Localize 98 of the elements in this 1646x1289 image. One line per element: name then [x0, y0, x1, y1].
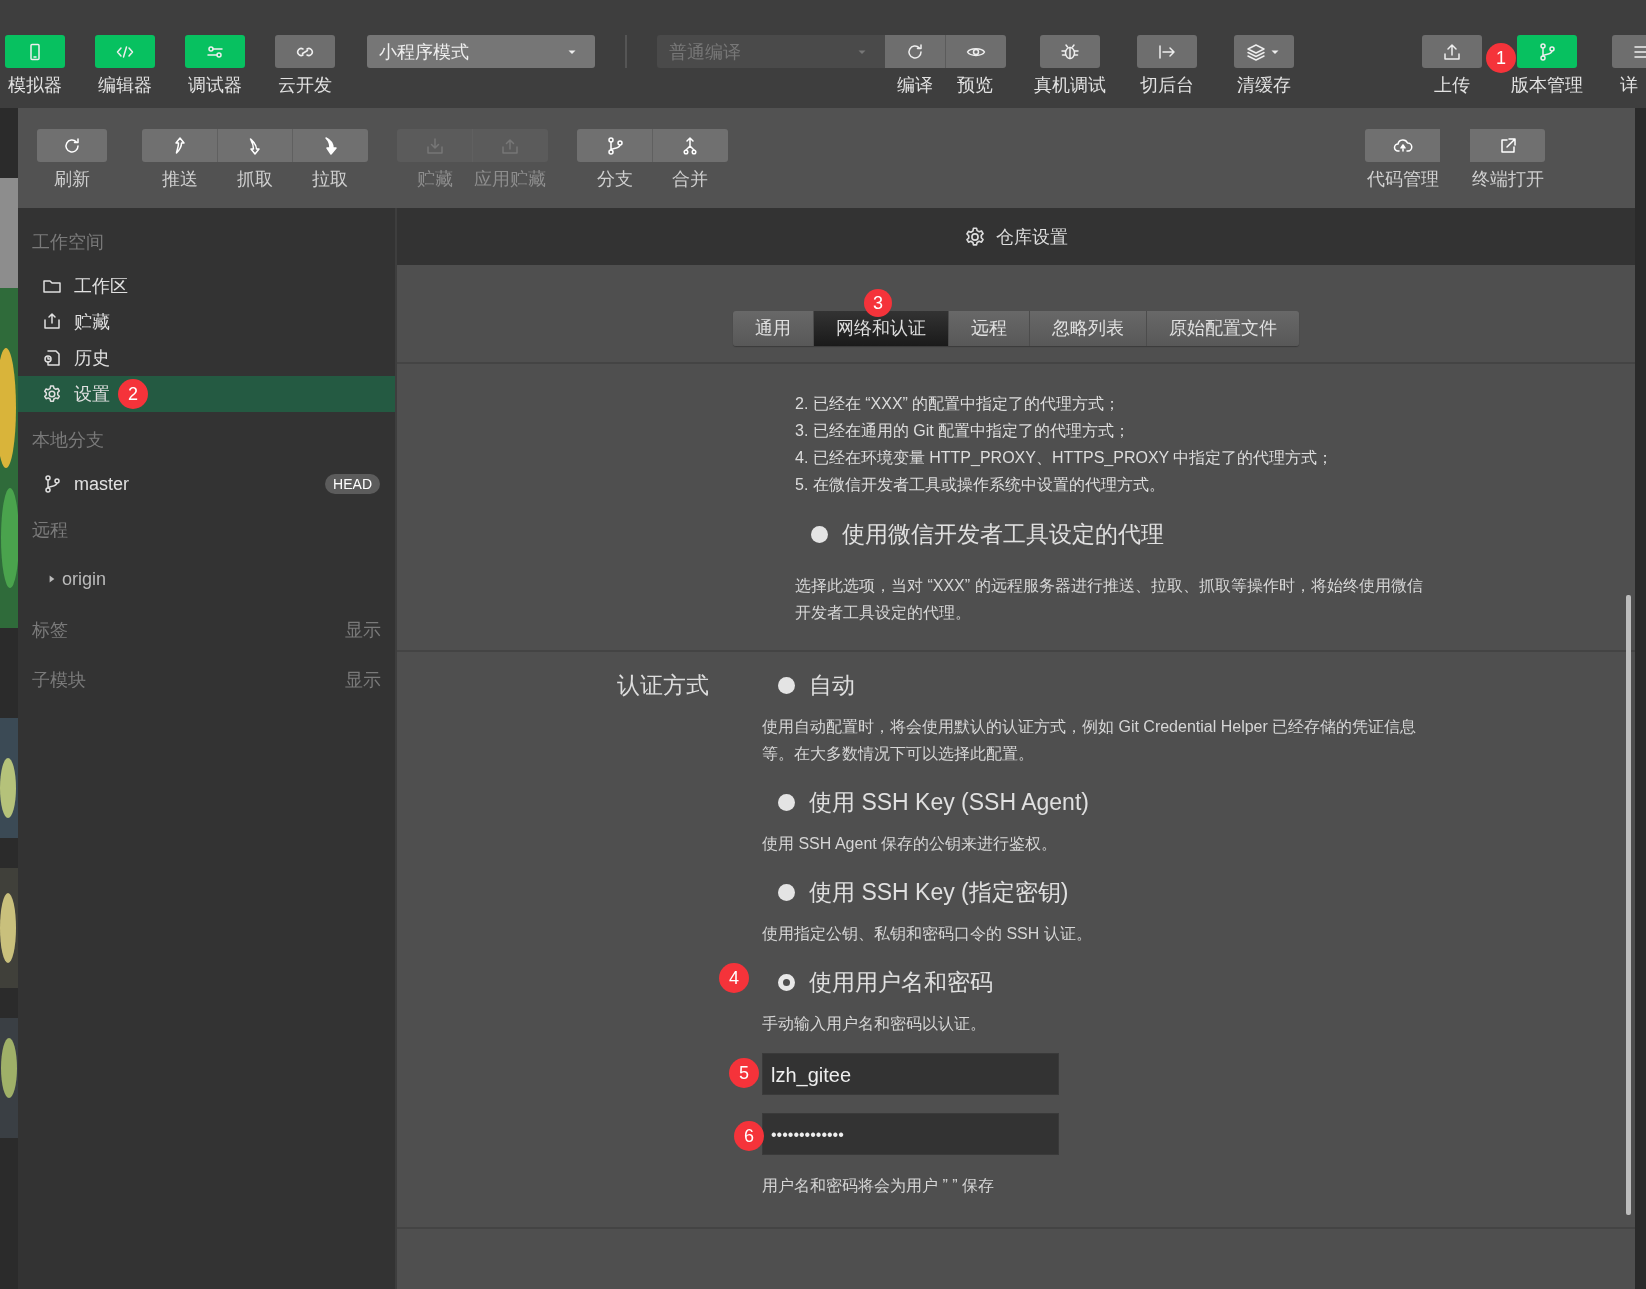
- tab[interactable]: 远程: [949, 311, 1029, 346]
- section-heading: 远程: [32, 519, 68, 542]
- sidebar-item[interactable]: 工作区: [18, 268, 395, 304]
- option-description: 选择此选项，当对 “XXX” 的远程服务器进行推送、拉取、抓取等操作时，将始终使用微信开发者工具设定的代理。: [795, 576, 1424, 623]
- toolbar-button[interactable]: [216, 129, 293, 162]
- option-label[interactable]: 使用 SSH Key (SSH Agent): [809, 786, 1089, 818]
- button-label: 调试器: [188, 74, 242, 97]
- radio-button[interactable]: [778, 676, 795, 694]
- sidebar-item[interactable]: 历史: [18, 340, 395, 376]
- refresh-icon: [62, 135, 82, 156]
- option-label[interactable]: 使用用户名和密码: [809, 966, 993, 998]
- button-label: 合并: [671, 168, 708, 191]
- upload-icon: [1442, 41, 1462, 62]
- option-label[interactable]: 自动: [809, 669, 855, 701]
- mode-dropdown[interactable]: 小程序模式: [367, 35, 595, 68]
- radio-button[interactable]: [778, 883, 795, 901]
- list-item: 3. 已经在通用的 Git 配置中指定了的代理方式；: [795, 421, 1132, 441]
- history-icon: [42, 348, 62, 368]
- sidebar-item[interactable]: 贮藏: [18, 304, 395, 340]
- button-label: 模拟器: [8, 74, 62, 97]
- tab[interactable]: 通用: [733, 311, 813, 346]
- toolbar-button[interactable]: [1422, 35, 1482, 68]
- list-item: 4. 已经在环境变量 HTTP_PROXY、HTTPS_PROXY 中指定了的代理方式；: [795, 448, 1335, 468]
- option-description: 使用指定公钥、私钥和密码口令的 SSH 认证。: [762, 924, 1093, 944]
- button-label: 预览: [957, 74, 993, 97]
- button-label: 终端打开: [1471, 168, 1544, 191]
- username-field[interactable]: lzh_gitee: [762, 1053, 1059, 1095]
- list-item: 2. 已经在 “XXX” 的配置中指定了的代理方式；: [795, 394, 1122, 414]
- toolbar-button[interactable]: [275, 35, 335, 68]
- sidebar-item[interactable]: 设置 2: [18, 376, 395, 412]
- section-heading: 子模块: [32, 669, 86, 692]
- button-label: 版本管理: [1511, 74, 1583, 97]
- password-field[interactable]: •••••••••••••: [762, 1113, 1059, 1155]
- button-label: 编辑器: [98, 74, 152, 97]
- tab[interactable]: 原始配置文件: [1147, 311, 1299, 346]
- tab[interactable]: 忽略列表: [1030, 311, 1146, 346]
- button-label: 编译: [897, 74, 933, 97]
- toolbar-button[interactable]: [1137, 35, 1197, 68]
- list-item: 5. 在微信开发者工具或操作系统中设置的代理方式。: [795, 475, 1166, 495]
- refresh-icon: [905, 41, 925, 62]
- button-label: 应用贮藏: [473, 168, 546, 191]
- toolbar-button[interactable]: [1234, 35, 1294, 68]
- option-label[interactable]: 使用微信开发者工具设定的代理: [842, 518, 1164, 550]
- number-badge: 1: [1486, 43, 1516, 73]
- bug-icon: [1060, 41, 1080, 62]
- layers-icon: [1246, 41, 1266, 62]
- toolbar-button[interactable]: [651, 129, 728, 162]
- number-badge: 3: [864, 289, 892, 317]
- toolbar-button[interactable]: [944, 35, 1006, 68]
- button-label: 真机调试: [1034, 74, 1106, 97]
- settings-icon: [42, 384, 62, 404]
- head-tag: HEAD: [325, 474, 380, 494]
- button-label: 详: [1620, 74, 1638, 97]
- tray-upload-icon: [42, 312, 62, 332]
- toolbar-button[interactable]: [1040, 35, 1100, 68]
- button-label: 云开发: [278, 74, 332, 97]
- button-label: 刷新: [54, 168, 90, 191]
- branch-icon: [42, 474, 62, 494]
- toolbar-button[interactable]: [577, 129, 652, 162]
- branch-icon: [1537, 41, 1557, 62]
- option-description: 使用自动配置时，将会使用默认的认证方式，例如 Git Credential Helper 已经存储的凭证信息等。在大多数情况下可以选择此配置。: [762, 717, 1418, 764]
- button-label: 抓取: [236, 168, 273, 191]
- number-badge: 4: [719, 963, 749, 993]
- section-heading: 工作空间: [32, 231, 104, 254]
- radio-button[interactable]: [778, 793, 795, 811]
- button-label: 上传: [1434, 74, 1470, 97]
- section-heading: 本地分支: [32, 429, 104, 452]
- option-description: 手动输入用户名和密码以认证。: [762, 1014, 987, 1034]
- toolbar-button[interactable]: [291, 129, 368, 162]
- toolbar-button[interactable]: [142, 129, 217, 162]
- toolbar-button[interactable]: [37, 129, 107, 162]
- section-heading: 标签: [32, 619, 68, 642]
- toolbar-button[interactable]: [885, 35, 945, 68]
- button-label: 拉取: [311, 168, 348, 191]
- option-description: 使用 SSH Agent 保存的公钥来进行鉴权。: [762, 834, 1059, 854]
- button-label: 推送: [161, 168, 198, 191]
- button-label: 贮藏: [416, 168, 453, 191]
- toolbar-button[interactable]: [1365, 129, 1440, 162]
- remote-item[interactable]: origin: [18, 556, 395, 602]
- branch-item[interactable]: master HEAD: [18, 466, 395, 502]
- radio-button[interactable]: [778, 973, 795, 991]
- save-note: 用户名和密码将会为用户 ” ” 保存: [762, 1176, 994, 1196]
- page-title: 仓库设置: [996, 225, 1068, 249]
- settings-icon: [964, 225, 986, 248]
- tab[interactable]: 网络和认证: [814, 311, 948, 346]
- number-badge: 6: [734, 1121, 764, 1151]
- tray-download-icon: [424, 135, 445, 156]
- button-label: 切后台: [1140, 74, 1194, 97]
- toolbar-button[interactable]: [1470, 129, 1545, 162]
- radio-button[interactable]: [811, 525, 828, 543]
- field-label: 认证方式: [617, 671, 710, 700]
- option-label[interactable]: 使用 SSH Key (指定密钥): [809, 876, 1069, 908]
- number-badge: 5: [729, 1058, 759, 1088]
- button-label: 清缓存: [1237, 74, 1291, 97]
- number-badge: 2: [118, 379, 148, 409]
- scrollbar[interactable]: [1626, 595, 1631, 1215]
- button-label: 分支: [596, 168, 633, 191]
- button-label: 代码管理: [1366, 168, 1439, 191]
